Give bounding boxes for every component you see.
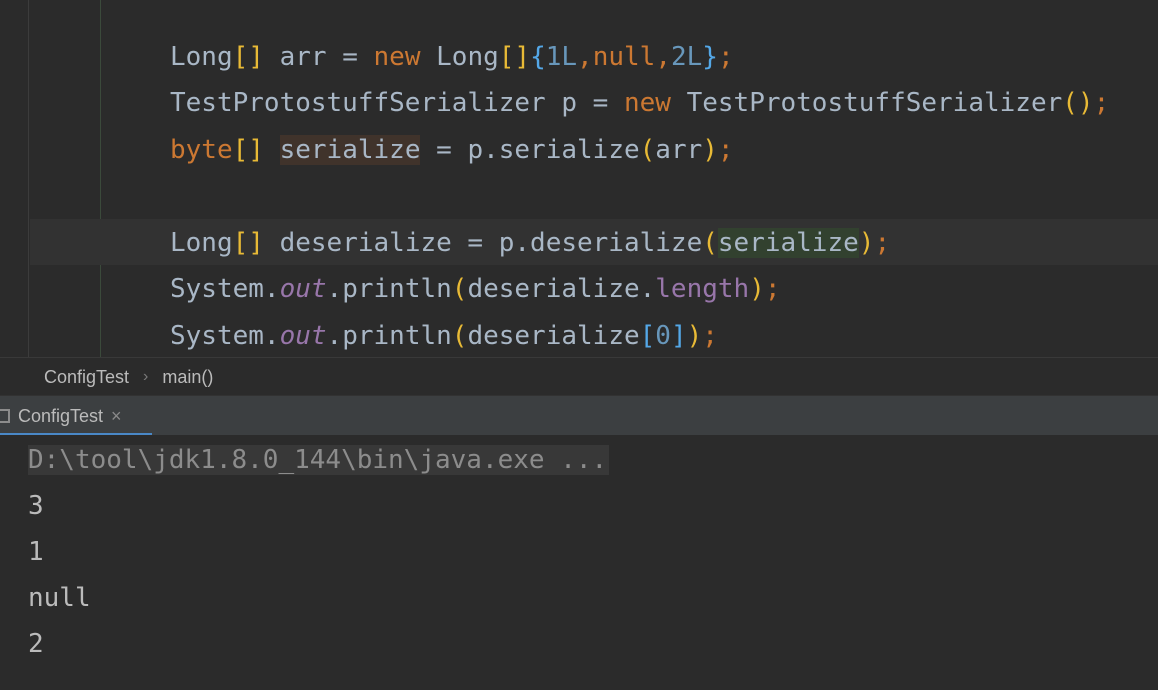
- console-output[interactable]: D:\tool\jdk1.8.0_144\bin\java.exe ... 3 …: [0, 435, 1158, 690]
- bracket-token: ]: [670, 321, 687, 351]
- bracket-token: ): [749, 274, 765, 304]
- console-command-line[interactable]: D:\tool\jdk1.8.0_144\bin\java.exe ...: [28, 437, 610, 483]
- code-token: = p.serialize: [420, 135, 640, 165]
- type-token: Long: [170, 42, 233, 72]
- bracket-token: ): [686, 321, 703, 351]
- bracket-token: ): [858, 228, 875, 258]
- code-token: deserialize.: [467, 274, 656, 304]
- code-line-5[interactable]: System.out.println(deserialize.length);: [170, 266, 781, 312]
- breadcrumb: ConfigTest › main(): [0, 357, 1158, 396]
- java-command[interactable]: D:\tool\jdk1.8.0_144\bin\java.exe ...: [28, 445, 610, 475]
- tab-label: ConfigTest: [18, 405, 104, 426]
- code-token: TestProtostuffSerializer: [670, 88, 1063, 118]
- semicolon-token: ;: [1093, 88, 1110, 118]
- number-token: 2L: [670, 42, 703, 72]
- tab-configtest[interactable]: ConfigTest ×: [0, 396, 152, 436]
- bracket-token: [: [639, 321, 656, 351]
- code-token: System.: [170, 274, 280, 304]
- code-token: System.: [170, 321, 280, 351]
- code-line-2[interactable]: TestProtostuffSerializer p = new TestPro…: [170, 80, 1109, 126]
- bracket-token: []: [232, 42, 264, 72]
- comma-token: ,: [655, 42, 671, 72]
- bracket-token: (: [639, 135, 656, 165]
- breadcrumb-class[interactable]: ConfigTest: [44, 367, 129, 388]
- static-field-token: out: [279, 321, 327, 351]
- run-tab-bar: ConfigTest ×: [0, 395, 1158, 436]
- code-token: Long: [420, 42, 499, 72]
- code-line-6[interactable]: System.out.println(deserialize[0]);: [170, 313, 718, 357]
- code-token: TestProtostuffSerializer p =: [170, 88, 624, 118]
- code-token: arr =: [263, 42, 374, 72]
- run-config-icon: [0, 409, 10, 423]
- bracket-token: (): [1062, 88, 1094, 118]
- bracket-token: (: [451, 274, 468, 304]
- code-line-1[interactable]: Long[] arr = new Long[]{1L,null,2L};: [170, 34, 734, 80]
- bracket-token: []: [232, 228, 264, 258]
- code-editor[interactable]: Long[] arr = new Long[]{1L,null,2L}; Tes…: [0, 0, 1158, 357]
- keyword-token: new: [623, 88, 671, 118]
- chevron-right-icon: ›: [143, 368, 149, 385]
- code-line-4[interactable]: Long[] deserialize = p.deserialize(seria…: [170, 220, 890, 266]
- code-token: deserialize = p.deserialize: [263, 228, 703, 258]
- close-icon[interactable]: ×: [111, 406, 122, 427]
- semicolon-token: ;: [717, 135, 734, 165]
- code-token: .println: [326, 321, 452, 351]
- comma-token: ,: [577, 42, 593, 72]
- static-field-token: out: [279, 274, 327, 304]
- variable-read-highlight: serialize: [717, 228, 859, 258]
- indent-guide: [100, 0, 101, 357]
- keyword-token: new: [373, 42, 421, 72]
- console-output-line: null: [28, 583, 91, 613]
- code-line-3[interactable]: byte[] serialize = p.serialize(arr);: [170, 127, 734, 173]
- console-output-line: 2: [28, 629, 44, 659]
- bracket-token: []: [232, 135, 264, 165]
- breadcrumb-method[interactable]: main(): [162, 367, 213, 388]
- gutter-border: [28, 0, 29, 357]
- bracket-token: (: [451, 321, 468, 351]
- field-token: length: [655, 274, 750, 304]
- brace-token: }: [702, 42, 718, 72]
- bracket-token: []: [498, 42, 531, 72]
- semicolon-token: ;: [764, 274, 781, 304]
- number-token: 1L: [545, 42, 578, 72]
- code-token: arr: [655, 135, 703, 165]
- code-token: .println: [326, 274, 452, 304]
- semicolon-token: ;: [702, 321, 718, 351]
- variable-write-highlight: serialize: [279, 135, 421, 165]
- keyword-token: byte: [170, 135, 233, 165]
- console-output-line: 3: [28, 491, 44, 521]
- keyword-token: null: [592, 42, 656, 72]
- semicolon-token: ;: [717, 42, 734, 72]
- type-token: Long: [170, 228, 233, 258]
- number-token: 0: [655, 321, 671, 351]
- code-token: deserialize: [467, 321, 640, 351]
- console-output-line: 1: [28, 537, 44, 567]
- brace-token: {: [530, 42, 546, 72]
- bracket-token: ): [702, 135, 718, 165]
- bracket-token: (: [702, 228, 718, 258]
- semicolon-token: ;: [874, 228, 891, 258]
